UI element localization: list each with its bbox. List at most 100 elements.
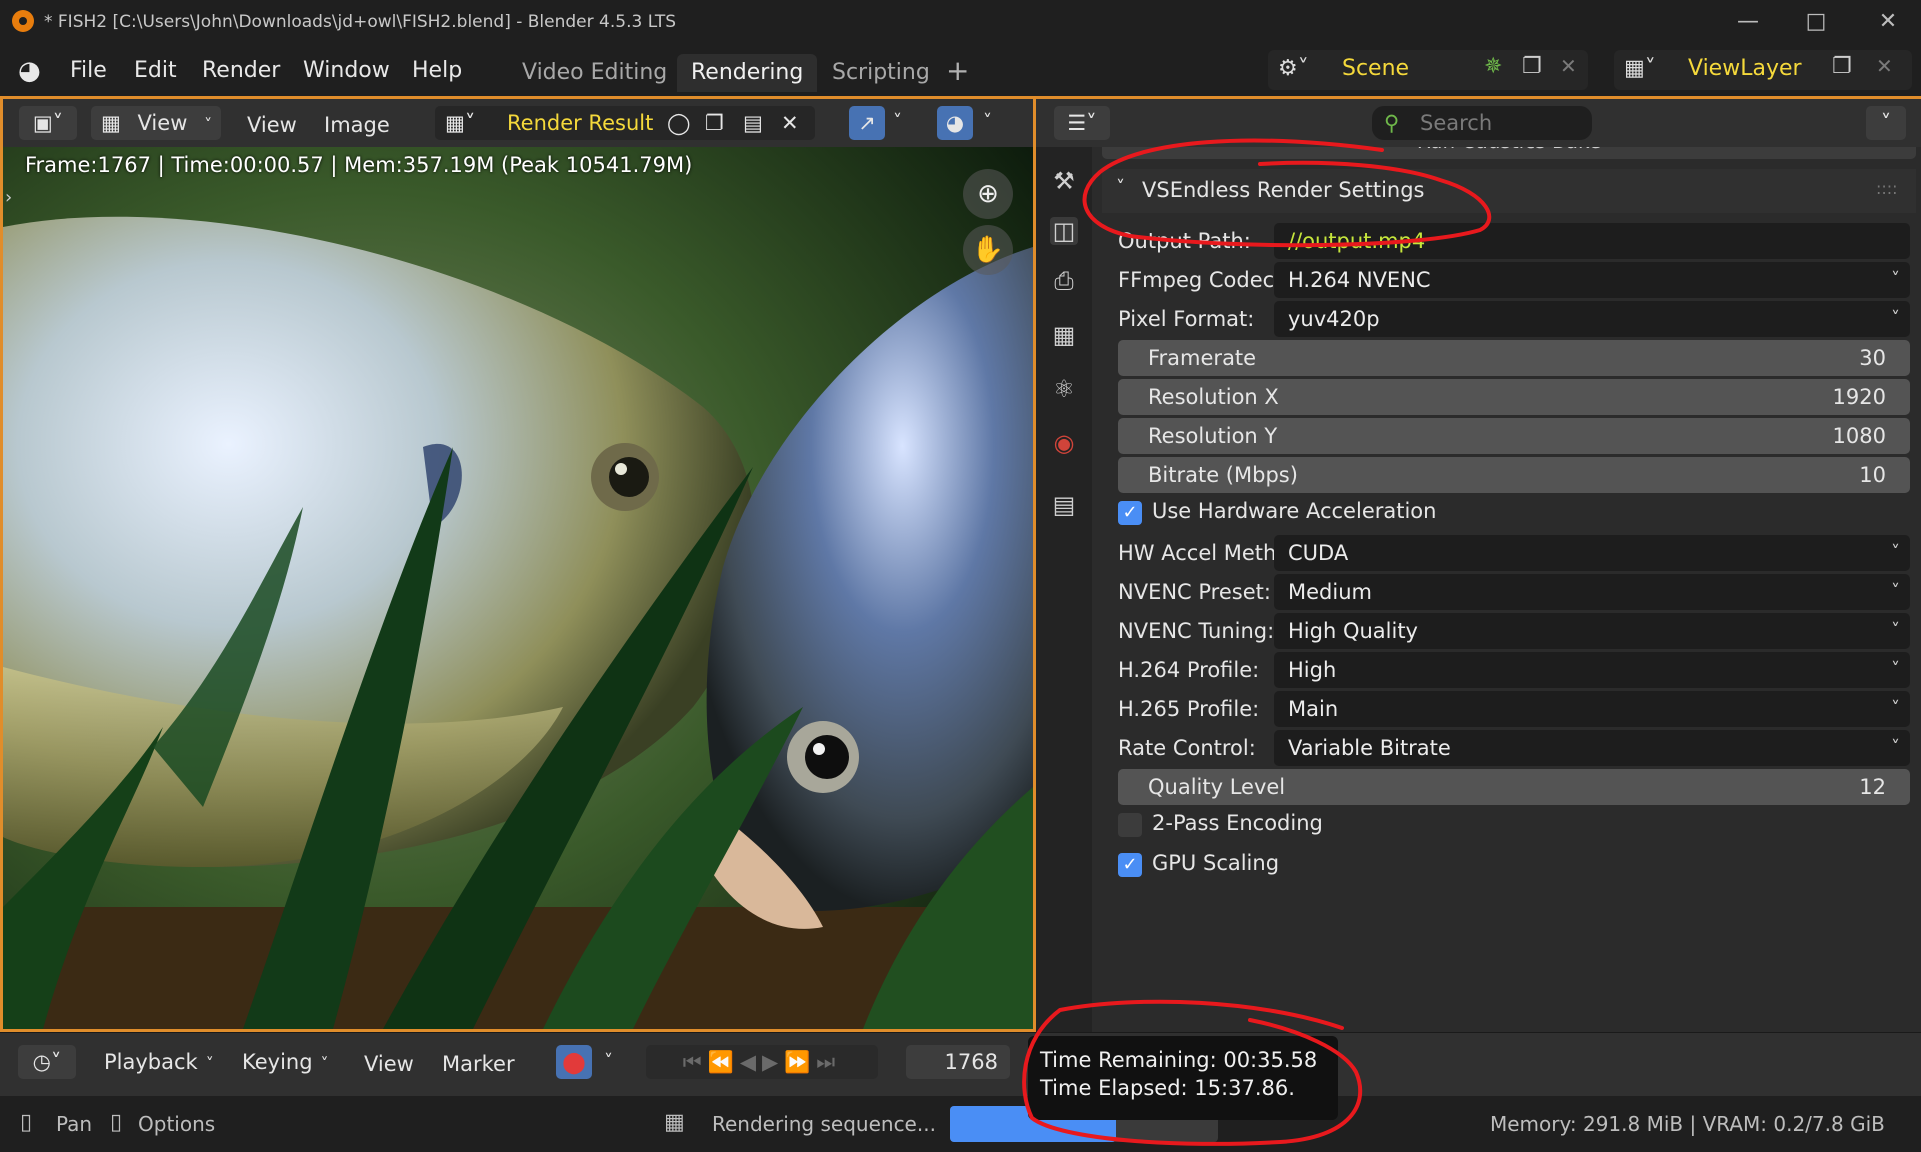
- record-keyframe-icon[interactable]: ⬤: [556, 1045, 592, 1079]
- render-tab-icon[interactable]: ◫: [1050, 217, 1078, 245]
- search-icon: ⚲: [1384, 111, 1400, 135]
- menu-window[interactable]: Window: [303, 58, 390, 83]
- editor-type-icon[interactable]: ▣˅: [19, 106, 77, 140]
- title-bar: * FISH2 [C:\Users\John\Downloads\jd+owl\…: [0, 0, 1921, 44]
- image-name[interactable]: Render Result: [507, 106, 653, 140]
- menu-help[interactable]: Help: [412, 58, 462, 83]
- new-viewlayer-icon[interactable]: ❐: [1832, 54, 1852, 79]
- current-frame-field[interactable]: 1768: [906, 1045, 1010, 1079]
- world-tab-icon[interactable]: ◉: [1050, 429, 1078, 457]
- tab-rendering[interactable]: Rendering: [677, 54, 818, 92]
- gpu-scaling-checkbox[interactable]: ✓: [1118, 853, 1142, 877]
- properties-editor-type-icon[interactable]: ☰˅: [1054, 106, 1110, 140]
- search-placeholder: Search: [1420, 111, 1493, 135]
- tab-video-editing[interactable]: Video Editing: [508, 54, 681, 92]
- image-view-icon: ▦: [101, 111, 121, 135]
- gizmo-icon[interactable]: ↗: [849, 106, 885, 140]
- menu-file[interactable]: File: [70, 58, 107, 83]
- collection-tab-icon[interactable]: ▤: [1050, 491, 1078, 519]
- menu-image[interactable]: Image: [324, 113, 390, 137]
- dropdown-label: H.265 Profile:: [1118, 697, 1260, 721]
- viewlayer-name[interactable]: ViewLayer: [1688, 56, 1802, 81]
- two-pass-checkbox[interactable]: [1118, 813, 1142, 837]
- remove-scene-icon[interactable]: ✕: [1560, 54, 1577, 78]
- open-image-icon[interactable]: ▤: [743, 106, 763, 140]
- dropdown-label: NVENC Tuning:: [1118, 619, 1275, 643]
- caustics-bake-button[interactable]: Run Caustics Bake: [1102, 147, 1916, 159]
- record-dropdown-icon[interactable]: ˅: [604, 1051, 613, 1072]
- overlays-icon[interactable]: ◕: [937, 106, 973, 140]
- search-input[interactable]: ⚲ Search: [1372, 106, 1592, 140]
- quality-level-slider[interactable]: Quality Level 12: [1118, 769, 1910, 805]
- resolution-x-slider[interactable]: Resolution X 1920: [1118, 379, 1910, 415]
- tool-tab-icon[interactable]: ⚒: [1050, 167, 1078, 195]
- nvenc-tuning-dropdown[interactable]: High Quality ˅: [1274, 613, 1910, 649]
- viewlayer-selector[interactable]: ▦˅ ViewLayer ❐ ✕: [1614, 50, 1912, 90]
- blender-menu-icon[interactable]: ◕: [18, 56, 52, 86]
- remove-viewlayer-icon[interactable]: ✕: [1876, 54, 1893, 78]
- bitrate-slider[interactable]: Bitrate (Mbps) 10: [1118, 457, 1910, 493]
- panel-header[interactable]: ˅ VSEndless Render Settings ::::: [1102, 169, 1916, 213]
- playback-menu[interactable]: Playback ˅: [90, 1045, 226, 1079]
- output-tab-icon[interactable]: ⎙: [1050, 267, 1078, 295]
- drag-handle-icon[interactable]: ::::: [1876, 179, 1898, 198]
- timeline-editor-type-icon[interactable]: ◷˅: [18, 1045, 76, 1079]
- minimize-icon[interactable]: —: [1728, 8, 1768, 36]
- keying-menu[interactable]: Keying ˅: [232, 1045, 344, 1079]
- new-image-icon[interactable]: ❐: [705, 106, 724, 140]
- fake-user-icon[interactable]: ◯: [667, 106, 691, 140]
- two-pass-label: 2-Pass Encoding: [1152, 811, 1323, 835]
- overlays-dropdown-icon[interactable]: ˅: [983, 111, 992, 132]
- output-path-field[interactable]: //output.mp4: [1274, 223, 1910, 259]
- menu-edit[interactable]: Edit: [134, 58, 177, 83]
- menu-view[interactable]: View: [247, 113, 297, 137]
- pixel-format-dropdown[interactable]: yuv420p ˅: [1274, 301, 1910, 337]
- pan-hand-icon[interactable]: ✋: [963, 225, 1013, 275]
- dropdown-value: High: [1288, 658, 1337, 682]
- collapse-chevron-icon[interactable]: ˅: [1116, 177, 1125, 198]
- h264-profile-dropdown[interactable]: High ˅: [1274, 652, 1910, 688]
- close-icon[interactable]: ✕: [1868, 8, 1908, 36]
- h265-profile-dropdown[interactable]: Main ˅: [1274, 691, 1910, 727]
- scene-selector[interactable]: ⚙˅ Scene ✵ ❐ ✕: [1268, 50, 1588, 90]
- new-scene-icon[interactable]: ❐: [1522, 54, 1542, 79]
- maximize-icon[interactable]: □: [1796, 8, 1836, 36]
- zoom-icon[interactable]: ⊕: [963, 169, 1013, 219]
- dropdown-value: CUDA: [1288, 541, 1349, 565]
- unlink-image-icon[interactable]: ✕: [781, 106, 799, 140]
- dropdown-value: Main: [1288, 697, 1339, 721]
- options-hint: Options: [138, 1112, 216, 1136]
- hw-accel-checkbox[interactable]: ✓: [1118, 501, 1142, 525]
- menu-render[interactable]: Render: [202, 58, 280, 83]
- render-frame-info: Frame:1767 | Time:00:00.57 | Mem:357.19M…: [25, 153, 693, 177]
- view-mode-dropdown[interactable]: ▦ View ˅: [91, 106, 221, 140]
- nvenc-preset-dropdown[interactable]: Medium ˅: [1274, 574, 1910, 610]
- render-result-canvas[interactable]: Frame:1767 | Time:00:00.57 | Mem:357.19M…: [3, 147, 1033, 1029]
- viewlayer-icon: ▦˅: [1624, 56, 1656, 81]
- gizmo-dropdown-icon[interactable]: ˅: [893, 111, 902, 132]
- playback-controls[interactable]: ⏮⏪◀▶⏩⏭: [646, 1045, 878, 1079]
- sidebar-toggle-icon[interactable]: ›: [5, 187, 12, 208]
- chevron-down-icon: ˅: [1891, 542, 1900, 563]
- view-layer-tab-icon[interactable]: ▦: [1050, 321, 1078, 349]
- framerate-slider[interactable]: Framerate 30: [1118, 340, 1910, 376]
- image-browser[interactable]: ▦˅ Render Result ◯ ❐ ▤ ✕: [435, 106, 815, 140]
- output-path-label: Output Path:: [1118, 229, 1251, 253]
- properties-options-icon[interactable]: ˅: [1866, 106, 1906, 140]
- image-editor-header: ▣˅ ▦ View ˅ View Image ▦˅ Render Result …: [3, 99, 1033, 147]
- pan-hint: Pan: [56, 1112, 93, 1136]
- tab-scripting[interactable]: Scripting: [818, 54, 944, 92]
- resolution-y-slider[interactable]: Resolution Y 1080: [1118, 418, 1910, 454]
- add-workspace-icon[interactable]: +: [946, 54, 969, 87]
- blender-logo-icon: [12, 10, 34, 32]
- timeline-marker-menu[interactable]: Marker: [442, 1052, 515, 1076]
- scene-name[interactable]: Scene: [1342, 56, 1409, 81]
- codec-dropdown[interactable]: H.264 NVENC ˅: [1274, 262, 1910, 298]
- pin-icon[interactable]: ✵: [1484, 54, 1502, 79]
- scene-tab-icon[interactable]: ⚛: [1050, 375, 1078, 403]
- image-browse-icon[interactable]: ▦˅: [445, 111, 475, 135]
- timeline-view-menu[interactable]: View: [364, 1052, 414, 1076]
- hw-accel-method-dropdown[interactable]: CUDA ˅: [1274, 535, 1910, 571]
- hw-accel-label: Use Hardware Acceleration: [1152, 499, 1437, 523]
- rate-control-dropdown[interactable]: Variable Bitrate ˅: [1274, 730, 1910, 766]
